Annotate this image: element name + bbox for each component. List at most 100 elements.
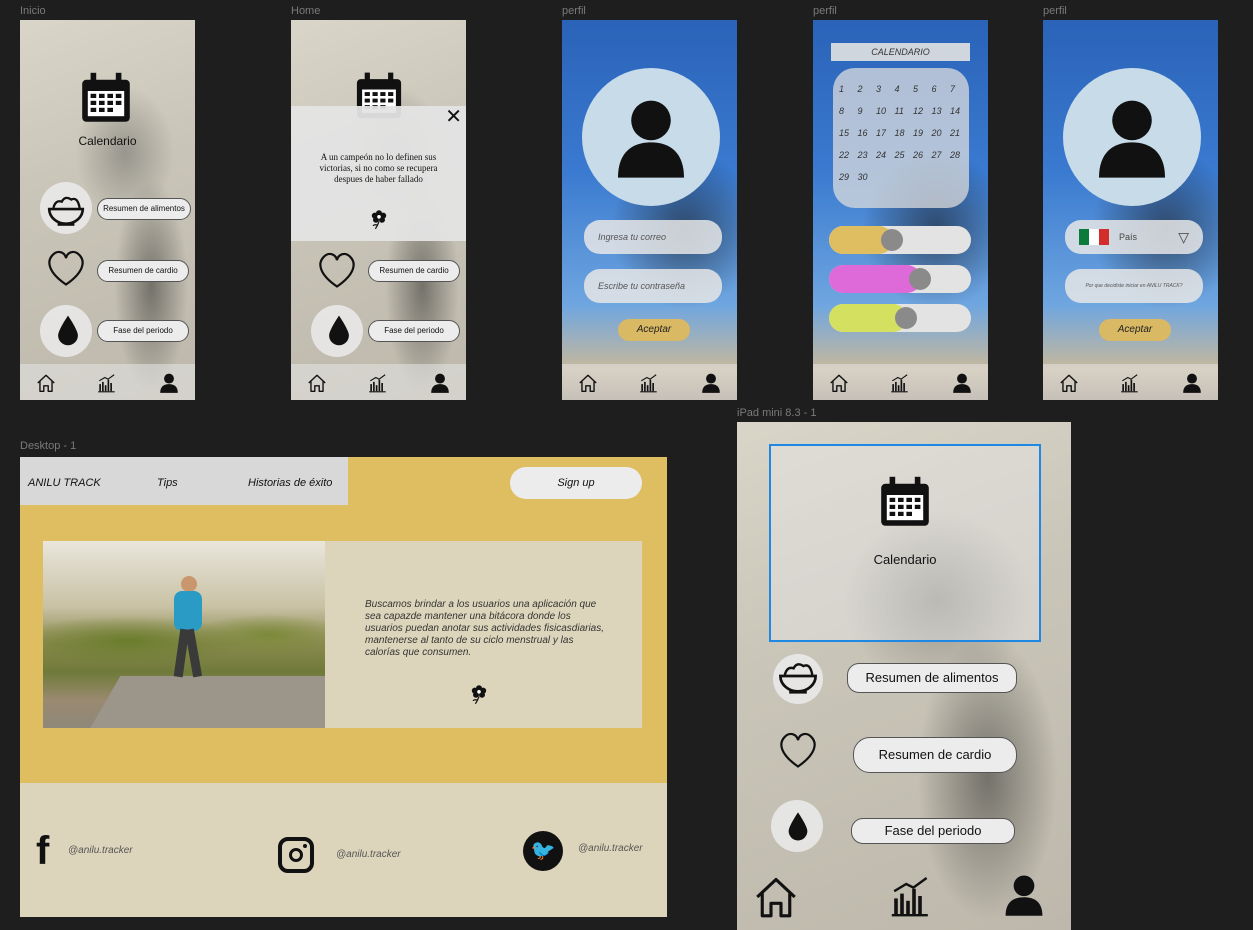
nav-link-tips[interactable]: Tips xyxy=(157,477,178,489)
user-icon[interactable] xyxy=(1001,868,1047,922)
quote-text: A un campeón no lo definen sus victorias… xyxy=(319,152,438,184)
calendar-day[interactable]: 23 xyxy=(858,150,868,160)
signup-button[interactable]: Sign up xyxy=(510,467,642,499)
nav-link-stories[interactable]: Historias de éxito xyxy=(248,477,332,489)
calendar-day[interactable]: 30 xyxy=(858,172,868,182)
user-icon[interactable] xyxy=(1181,372,1203,394)
cardio-summary-button[interactable]: Resumen de cardio xyxy=(368,260,460,282)
calendar-day[interactable]: 19 xyxy=(913,128,923,138)
calendar-day[interactable]: 10 xyxy=(876,106,886,116)
toggle-1-knob[interactable] xyxy=(881,229,903,251)
home-icon[interactable] xyxy=(35,372,57,394)
accept-button[interactable]: Aceptar xyxy=(618,319,690,341)
calendar-day[interactable]: 12 xyxy=(913,106,923,116)
toggle-3[interactable] xyxy=(829,304,971,332)
cardio-summary-button[interactable]: Resumen de cardio xyxy=(97,260,189,282)
calendar-day[interactable]: 21 xyxy=(950,128,960,138)
calendar-day[interactable]: 11 xyxy=(895,106,904,116)
calendar-icon[interactable] xyxy=(877,474,933,530)
calendar-day[interactable]: 27 xyxy=(932,150,942,160)
food-summary-button[interactable]: Resumen de alimentos xyxy=(847,663,1017,693)
email-field[interactable]: Ingresa tu correo xyxy=(584,220,722,254)
calendar-day[interactable]: 9 xyxy=(858,106,863,116)
calendar-day[interactable]: 26 xyxy=(913,150,923,160)
brand-logo[interactable]: ANILU TRACK xyxy=(28,477,101,489)
toggle-2[interactable] xyxy=(829,265,971,293)
toggle-2-knob[interactable] xyxy=(909,268,931,290)
drop-icon[interactable] xyxy=(50,310,86,350)
calendar-day[interactable]: 2 xyxy=(858,84,863,94)
ipad-screen: Calendario Resumen de alimentos Resumen … xyxy=(737,422,1071,930)
calendar-day[interactable]: 4 xyxy=(895,84,900,94)
drop-icon[interactable] xyxy=(781,806,815,846)
drop-icon[interactable] xyxy=(321,310,357,350)
login-screen: Ingresa tu correo Escribe tu contraseña … xyxy=(562,20,737,400)
twitter-icon[interactable]: 🐦 xyxy=(523,831,563,871)
calendar-day[interactable]: 24 xyxy=(876,150,886,160)
calendar-day[interactable]: 29 xyxy=(839,172,849,182)
calendar-day[interactable]: 22 xyxy=(839,150,849,160)
calendar-day[interactable]: 13 xyxy=(932,106,942,116)
stats-icon[interactable] xyxy=(638,372,660,394)
calendar-day[interactable]: 8 xyxy=(839,106,844,116)
close-icon[interactable]: ✕ xyxy=(445,104,462,129)
home-icon[interactable] xyxy=(577,372,599,394)
facebook-handle[interactable]: @anilu.tracker xyxy=(68,845,133,856)
calendar-day[interactable]: 17 xyxy=(876,128,886,138)
description-panel: Buscamos brindar a los usuarios una apli… xyxy=(325,541,642,728)
flower-icon xyxy=(367,202,391,234)
bowl-icon[interactable] xyxy=(775,654,821,698)
user-icon[interactable] xyxy=(158,372,180,394)
reason-field[interactable]: Por que decidiste iniciar en ANILU TRACK… xyxy=(1065,269,1203,303)
calendar-day[interactable]: 7 xyxy=(950,84,955,94)
chevron-down-icon[interactable]: ▽ xyxy=(1178,229,1189,246)
period-phase-button[interactable]: Fase del periodo xyxy=(368,320,460,342)
user-icon[interactable] xyxy=(700,372,722,394)
calendar-day[interactable]: 1 xyxy=(839,84,844,94)
heart-icon[interactable] xyxy=(315,248,359,292)
calendar-day[interactable]: 18 xyxy=(895,128,905,138)
user-icon[interactable] xyxy=(951,372,973,394)
calendar-day[interactable]: 28 xyxy=(950,150,960,160)
calendar-day[interactable]: 15 xyxy=(839,128,849,138)
calendar-icon[interactable] xyxy=(78,70,134,126)
home-icon[interactable] xyxy=(751,872,801,922)
bowl-icon[interactable] xyxy=(44,188,88,230)
stats-icon[interactable] xyxy=(887,872,935,920)
avatar-icon[interactable] xyxy=(607,92,695,184)
accept-button[interactable]: Aceptar xyxy=(1099,319,1171,341)
cardio-summary-button[interactable]: Resumen de cardio xyxy=(853,737,1017,773)
toggle-1[interactable] xyxy=(829,226,971,254)
food-summary-button[interactable]: Resumen de alimentos xyxy=(97,198,191,220)
stats-icon[interactable] xyxy=(1119,372,1141,394)
stats-icon[interactable] xyxy=(367,372,389,394)
calendar-day[interactable]: 16 xyxy=(858,128,868,138)
heart-icon[interactable] xyxy=(775,728,821,772)
frame-label-perfil-country: perfil xyxy=(1043,5,1067,17)
heart-icon[interactable] xyxy=(44,246,88,290)
toggle-3-knob[interactable] xyxy=(895,307,917,329)
home-icon[interactable] xyxy=(828,372,850,394)
instagram-handle[interactable]: @anilu.tracker xyxy=(336,849,401,860)
home-icon[interactable] xyxy=(1058,372,1080,394)
password-field[interactable]: Escribe tu contraseña xyxy=(584,269,722,303)
instagram-icon[interactable] xyxy=(278,837,314,873)
calendar-day[interactable]: 6 xyxy=(932,84,937,94)
calendar-day[interactable]: 20 xyxy=(932,128,942,138)
stats-icon[interactable] xyxy=(889,372,911,394)
stats-icon[interactable] xyxy=(96,372,118,394)
twitter-handle[interactable]: @anilu.tracker xyxy=(578,843,643,854)
home-icon[interactable] xyxy=(306,372,328,394)
period-phase-button[interactable]: Fase del periodo xyxy=(97,320,189,342)
facebook-icon[interactable]: f xyxy=(36,831,49,871)
calendar-day[interactable]: 25 xyxy=(895,150,905,160)
calendar-card[interactable]: Calendario xyxy=(769,444,1041,642)
avatar-icon[interactable] xyxy=(1088,92,1176,184)
user-icon[interactable] xyxy=(429,372,451,394)
calendar-day[interactable]: 5 xyxy=(913,84,918,94)
country-select[interactable]: País ▽ xyxy=(1065,220,1203,254)
period-phase-button[interactable]: Fase del periodo xyxy=(851,818,1015,844)
flower-icon xyxy=(467,676,491,710)
calendar-day[interactable]: 14 xyxy=(950,106,960,116)
calendar-day[interactable]: 3 xyxy=(876,84,881,94)
